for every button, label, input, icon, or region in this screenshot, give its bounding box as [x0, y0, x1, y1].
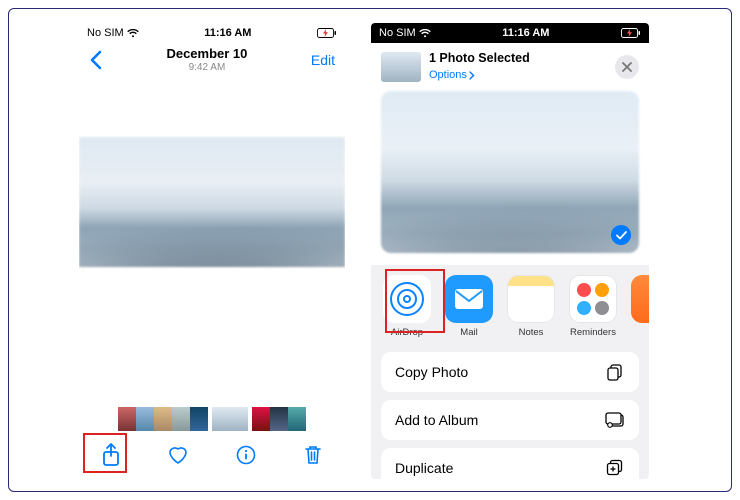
album-icon: [605, 410, 625, 430]
app-icon-partial: [631, 275, 649, 323]
thumbnail[interactable]: [154, 407, 172, 431]
share-button[interactable]: [95, 439, 127, 471]
app-label: Reminders: [569, 327, 617, 338]
thumbnail[interactable]: [252, 407, 270, 431]
bottom-toolbar: [79, 435, 345, 475]
close-icon: [622, 62, 632, 72]
share-sheet-header: 1 Photo Selected Options: [371, 43, 649, 91]
share-actions-list: Copy Photo Add to Album Duplicate: [381, 352, 639, 479]
selected-check-icon: [611, 225, 631, 245]
selection-thumbnail[interactable]: [381, 52, 421, 82]
airdrop-icon: [390, 282, 424, 316]
battery-charging-icon: [317, 28, 337, 38]
mail-icon: [454, 288, 484, 310]
selection-title: 1 Photo Selected: [429, 51, 530, 65]
reminders-icon: [569, 275, 617, 323]
action-add-to-album[interactable]: Add to Album: [381, 400, 639, 440]
photo-preview[interactable]: [79, 137, 345, 267]
photos-detail-screen: No SIM 11:16 AM December 10 9:42 AM Edit: [79, 23, 345, 475]
app-label: AirDrop: [383, 327, 431, 338]
action-label: Copy Photo: [395, 364, 468, 380]
share-apps-row: AirDrop Mail Notes Rem: [381, 275, 639, 348]
status-time: 11:16 AM: [204, 27, 251, 39]
thumbnail[interactable]: [136, 407, 154, 431]
share-app-mail[interactable]: Mail: [445, 275, 493, 338]
action-label: Add to Album: [395, 412, 478, 428]
delete-button[interactable]: [297, 439, 329, 471]
back-button[interactable]: [89, 50, 103, 70]
thumbnail[interactable]: [288, 407, 306, 431]
copy-icon: [605, 362, 625, 382]
screenshot-container: No SIM 11:16 AM December 10 9:42 AM Edit: [8, 8, 732, 492]
app-label: Mail: [445, 327, 493, 338]
share-app-more[interactable]: [631, 275, 649, 338]
status-time: 11:16 AM: [502, 27, 549, 39]
options-button[interactable]: Options: [429, 69, 475, 81]
carrier-label: No SIM: [379, 27, 416, 39]
info-button[interactable]: [230, 439, 262, 471]
action-label: Duplicate: [395, 460, 453, 476]
thumbnail[interactable]: [190, 407, 208, 431]
thumbnail[interactable]: [270, 407, 288, 431]
thumbnail-strip[interactable]: [79, 407, 345, 431]
thumbnail[interactable]: [118, 407, 136, 431]
share-options-panel: AirDrop Mail Notes Rem: [371, 265, 649, 479]
thumbnail-current[interactable]: [212, 407, 248, 431]
duplicate-icon: [605, 458, 625, 478]
nav-header: December 10 9:42 AM Edit: [79, 43, 345, 79]
status-bar: No SIM 11:16 AM: [371, 23, 649, 43]
action-duplicate[interactable]: Duplicate: [381, 448, 639, 479]
close-button[interactable]: [615, 55, 639, 79]
wifi-icon: [419, 29, 431, 38]
notes-icon: [507, 275, 555, 323]
share-app-airdrop[interactable]: AirDrop: [383, 275, 431, 338]
selected-photo-preview[interactable]: [381, 91, 639, 253]
share-sheet-screen: No SIM 11:16 AM 1 Photo Selected Options: [371, 23, 649, 479]
edit-button[interactable]: Edit: [311, 52, 335, 68]
photo-date: December 10: [166, 47, 247, 62]
carrier-label: No SIM: [87, 27, 124, 39]
action-copy-photo[interactable]: Copy Photo: [381, 352, 639, 392]
preview-area: [371, 91, 649, 253]
status-bar: No SIM 11:16 AM: [79, 23, 345, 43]
wifi-icon: [127, 29, 139, 38]
app-label: Notes: [507, 327, 555, 338]
favorite-button[interactable]: [162, 439, 194, 471]
photo-time: 9:42 AM: [166, 62, 247, 74]
share-app-notes[interactable]: Notes: [507, 275, 555, 338]
thumbnail[interactable]: [172, 407, 190, 431]
battery-charging-icon: [621, 28, 641, 38]
share-app-reminders[interactable]: Reminders: [569, 275, 617, 338]
chevron-right-icon: [469, 71, 475, 80]
